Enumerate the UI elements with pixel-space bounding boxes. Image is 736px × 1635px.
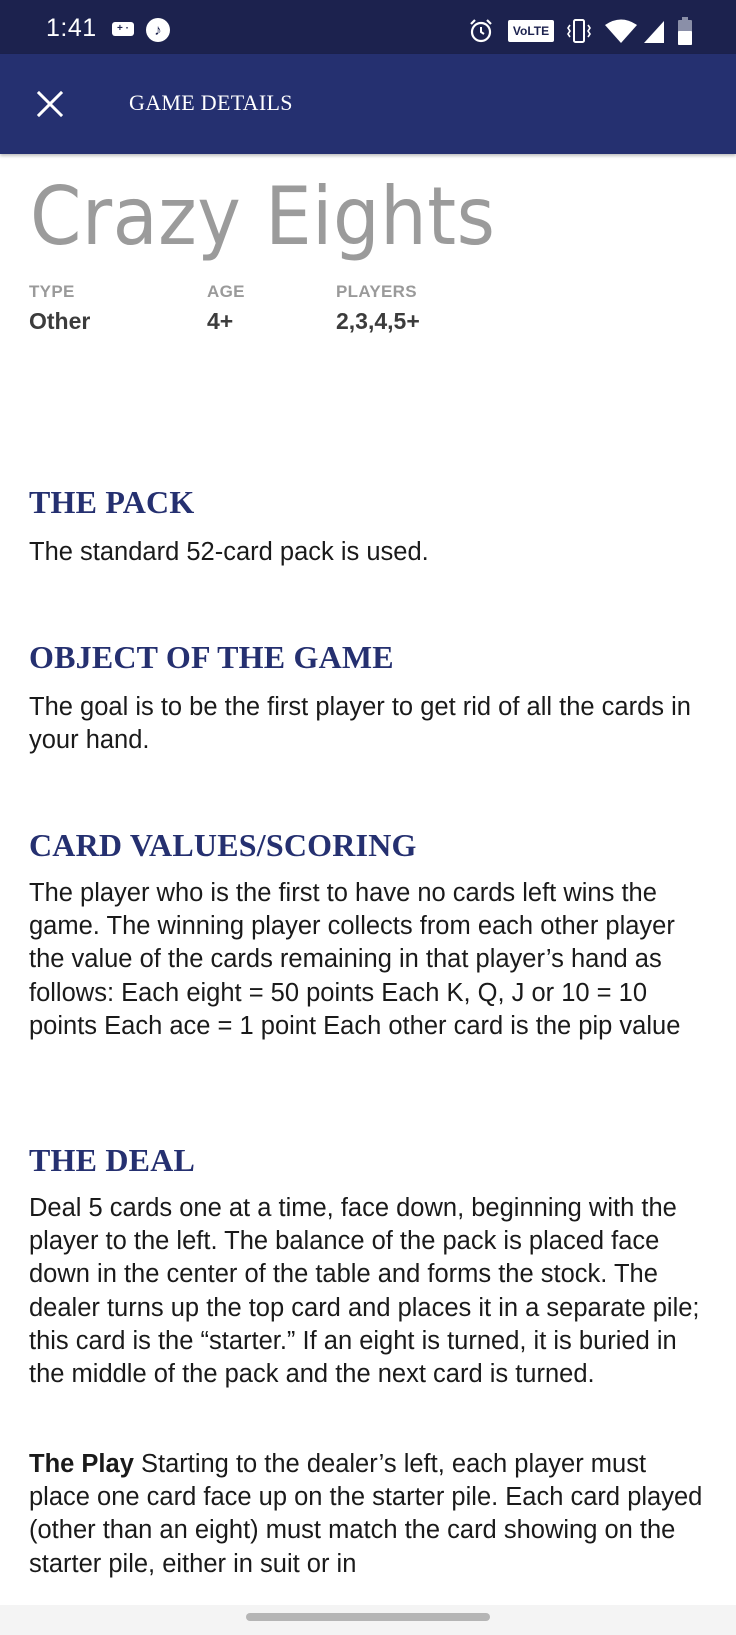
gesture-handle[interactable] xyxy=(246,1613,490,1621)
meta-age-value: 4+ xyxy=(207,308,234,334)
play-label: The Play xyxy=(29,1450,134,1478)
section-body-scoring: The player who is the first to have no c… xyxy=(29,879,681,1040)
meta-type-label: TYPE xyxy=(29,282,75,301)
meta-players-value: 2,3,4,5+ xyxy=(336,308,420,334)
section-body-deal: Deal 5 cards one at a time, face down, b… xyxy=(29,1194,700,1389)
meta-type: TYPE Other xyxy=(29,282,90,335)
section-heading-object: OBJECT OF THE GAME xyxy=(29,639,394,675)
section-heading-pack: THE PACK xyxy=(29,484,195,520)
close-button[interactable] xyxy=(30,84,70,124)
meta-age-label: AGE xyxy=(207,282,245,301)
gamepad-icon: + · xyxy=(112,22,134,36)
game-title: Crazy Eights xyxy=(30,170,496,263)
section-heading-deal: THE DEAL xyxy=(29,1142,196,1178)
vibrate-icon xyxy=(566,17,592,45)
wifi-icon xyxy=(604,18,638,44)
cell-signal-icon xyxy=(642,18,666,44)
volte-icon: VoLTE xyxy=(508,20,554,42)
navigation-bar xyxy=(0,1605,736,1635)
music-note-icon: ♪ xyxy=(146,18,170,42)
section-body-play: The Play Starting to the dealer’s left, … xyxy=(29,1448,714,1581)
status-bar: 1:41 + · ♪ VoLTE xyxy=(0,0,736,54)
meta-players-label: PLAYERS xyxy=(336,282,417,301)
section-heading-scoring: CARD VALUES/SCORING xyxy=(29,827,417,863)
section-body-object: The goal is to be the first player to ge… xyxy=(29,693,691,755)
meta-age: AGE 4+ xyxy=(207,282,245,335)
battery-icon xyxy=(678,17,692,45)
game-details-content[interactable]: Crazy Eights TYPE Other AGE 4+ PLAYERS 2… xyxy=(0,154,736,1605)
app-bar: GAME DETAILS xyxy=(0,54,736,154)
app-bar-title: GAME DETAILS xyxy=(129,90,293,115)
meta-type-value: Other xyxy=(29,308,91,334)
meta-players: PLAYERS 2,3,4,5+ xyxy=(336,282,420,335)
alarm-icon xyxy=(468,18,494,44)
close-icon xyxy=(37,91,63,117)
status-time: 1:41 xyxy=(46,14,97,42)
section-body-pack: The standard 52-card pack is used. xyxy=(29,538,429,566)
